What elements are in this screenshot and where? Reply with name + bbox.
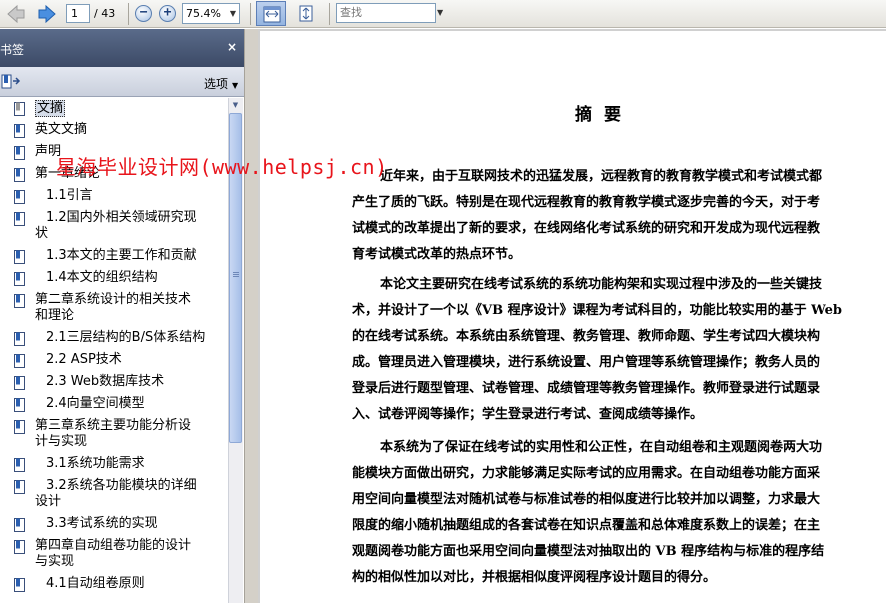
bookmark-icon (14, 272, 25, 286)
bookmark-icon (14, 146, 25, 160)
document-paragraph: 本系统为了保证在线考试的实用性和公正性，在自动组卷和主观题阅卷两大功能模块方面做… (352, 435, 852, 591)
bookmark-icon (14, 124, 25, 138)
fit-page-button[interactable] (291, 1, 321, 26)
bookmark-label: 1.4本文的组织结构 (46, 270, 158, 285)
bookmark-icon (14, 102, 25, 116)
chevron-down-icon: ▼ (229, 9, 237, 18)
paragraph-line: 构的相似性加以对比，并根据相似度评阅程序设计题目的得分。 (352, 570, 717, 585)
bookmark-label: 文摘 (35, 100, 66, 117)
bookmark-label-continued: 状 (35, 226, 49, 241)
fit-width-icon (263, 6, 281, 23)
paragraph-line: 育考试模式改革的热点环节。 (352, 247, 522, 262)
paragraph-line: 术，并设计了一个以《VB 程序设计》课程为考试科目的，功能比较实用的基于 Web (352, 303, 843, 318)
paragraph-line: 近年来，由于互联网技术的迅猛发展，远程教育的教育教学模式和考试模式都 (380, 169, 823, 184)
bookmark-label: 英文文摘 (35, 122, 88, 137)
document-paragraph: 本论文主要研究在线考试系统的系统功能构架和实现过程中涉及的一些关键技术，并设计了… (352, 272, 852, 428)
new-bookmark-icon[interactable] (1, 73, 21, 95)
zoom-out-icon: − (139, 5, 148, 20)
bookmark-label: 3.3考试系统的实现 (46, 516, 158, 531)
panel-toolbar: 选项 ▼ (0, 67, 244, 97)
zoom-level-select[interactable]: 75.4% ▼ (182, 3, 240, 24)
fit-page-icon (299, 5, 313, 22)
bookmark-icon (14, 332, 25, 346)
toolbar-separator (128, 3, 129, 25)
paragraph-line: 产生了质的飞跃。特别是在现代远程教育的教育教学模式逐步完善的今天，对于考 (352, 195, 821, 210)
back-arrow-icon[interactable] (6, 4, 26, 24)
bookmark-label: 3.1系统功能需求 (46, 456, 145, 471)
zoom-out-button[interactable]: − (135, 5, 152, 22)
watermark: 星海毕业设计网(www.helpsj.cn) (56, 155, 388, 179)
document-paragraph: 近年来，由于互联网技术的迅猛发展，远程教育的教育教学模式和考试模式都产生了质的飞… (352, 164, 852, 268)
close-icon[interactable]: × (227, 40, 237, 54)
search-input[interactable]: 查找 (336, 3, 436, 23)
bookmark-label: 4.1自动组卷原则 (46, 576, 145, 591)
paragraph-line: 的在线考试系统。本系统由系统管理、教务管理、教师命题、学生考试四大模块构 (352, 329, 821, 344)
bookmark-label-continued: 与实现 (35, 554, 75, 569)
bookmark-label: 2.1三层结构的B/S体系结构 (46, 330, 206, 345)
bookmark-icon (14, 354, 25, 368)
bookmark-icon (14, 212, 25, 226)
paragraph-line: 限度的缩小随机抽题组成的各套试卷在知识点覆盖和总体难度系数上的误差；在主 (352, 518, 821, 533)
toolbar-separator (329, 3, 330, 25)
bookmark-icon (14, 578, 25, 592)
chevron-down-icon: ▼ (232, 81, 239, 90)
paragraph-line: 本论文主要研究在线考试系统的系统功能构架和实现过程中涉及的一些关键技 (380, 277, 823, 292)
zoom-in-icon: + (163, 5, 172, 20)
paragraph-line: 入、试卷评阅等操作；学生登录进行考试、查阅成绩等操作。 (352, 407, 704, 422)
zoom-level-value: 75.4% (186, 7, 221, 20)
scroll-grip (233, 272, 239, 273)
bookmark-icon (14, 168, 25, 182)
bookmark-label: 3.2系统各功能模块的详细 (46, 478, 197, 493)
bookmark-label: 2.4向量空间模型 (46, 396, 145, 411)
bookmark-icon (14, 480, 25, 494)
panel-splitter[interactable] (244, 29, 258, 603)
paragraph-line: 本系统为了保证在线考试的实用性和公正性，在自动组卷和主观题阅卷两大功 (380, 440, 823, 455)
bookmark-icon (14, 420, 25, 434)
bookmarks-panel: 书签 × 选项 ▼ 文摘 英文文摘 声明 第一章绪论 1.1引言 1.2国内外相关领域研究现… (0, 29, 244, 603)
bookmark-icon (14, 398, 25, 412)
bookmark-label: 2.3 Web数据库技术 (46, 374, 165, 389)
paragraph-line: 试模式的改革提出了新的要求，在线网络化考试系统的研究和开发成为现代远程教 (352, 221, 821, 236)
toolbar: 1 / 43 − + 75.4% ▼ 查找 ▼ (0, 0, 886, 28)
bookmark-label: 1.3本文的主要工作和贡献 (46, 248, 197, 263)
bookmark-icon (14, 376, 25, 390)
bookmark-icon (14, 294, 25, 308)
paragraph-line: 登录后进行题型管理、试卷管理、成绩管理等教务管理操作。教师登录进行试题录 (352, 381, 821, 396)
options-label: 选项 (204, 77, 229, 91)
bookmark-label-continued: 计与实现 (35, 434, 88, 449)
bookmark-label: 第二章系统设计的相关技术 (35, 292, 192, 307)
scroll-up-icon[interactable]: ▼ (229, 99, 242, 112)
toolbar-separator (250, 3, 251, 25)
zoom-in-button[interactable]: + (159, 5, 176, 22)
fit-width-button[interactable] (256, 1, 286, 26)
bookmark-label: 1.1引言 (46, 188, 93, 203)
forward-arrow-icon[interactable] (37, 4, 57, 24)
page-number-input[interactable]: 1 (66, 4, 90, 23)
bookmark-icon (14, 250, 25, 264)
bookmark-label-continued: 设计 (35, 494, 62, 509)
options-menu[interactable]: 选项 ▼ (204, 75, 238, 92)
bookmark-icon (14, 190, 25, 204)
bookmark-icon (14, 518, 25, 532)
paragraph-line: 用空间向量模型法对随机试卷与标准试卷的相似度进行比较并加以调整，力求最大 (352, 492, 821, 507)
bookmark-icon (14, 458, 25, 472)
bookmark-label: 第三章系统主要功能分析设 (35, 418, 192, 433)
panel-header: 书签 × (0, 29, 244, 67)
paragraph-line: 成。管理员进入管理模块，进行系统设置、用户管理等系统管理操作；教务人员的 (352, 355, 821, 370)
paragraph-line: 能模块方面做出研究，力求能够满足实际考试的应用需求。在自动组卷功能方面采 (352, 466, 821, 481)
search-dropdown-icon[interactable]: ▼ (437, 8, 443, 17)
bookmark-label: 第四章自动组卷功能的设计 (35, 538, 192, 553)
panel-title: 书签 (0, 43, 25, 57)
bookmark-label: 2.2 ASP技术 (46, 352, 122, 367)
bookmark-label: 1.2国内外相关领域研究现 (46, 210, 197, 225)
page-title: 摘要 (575, 105, 633, 125)
bookmark-label-continued: 和理论 (35, 308, 75, 323)
paragraph-line: 观题阅卷功能方面也采用空间向量模型法对抽取出的 VB 程序结构与标准的程序结 (352, 544, 825, 559)
bookmark-icon (14, 540, 25, 554)
page-total: / 43 (94, 7, 116, 20)
